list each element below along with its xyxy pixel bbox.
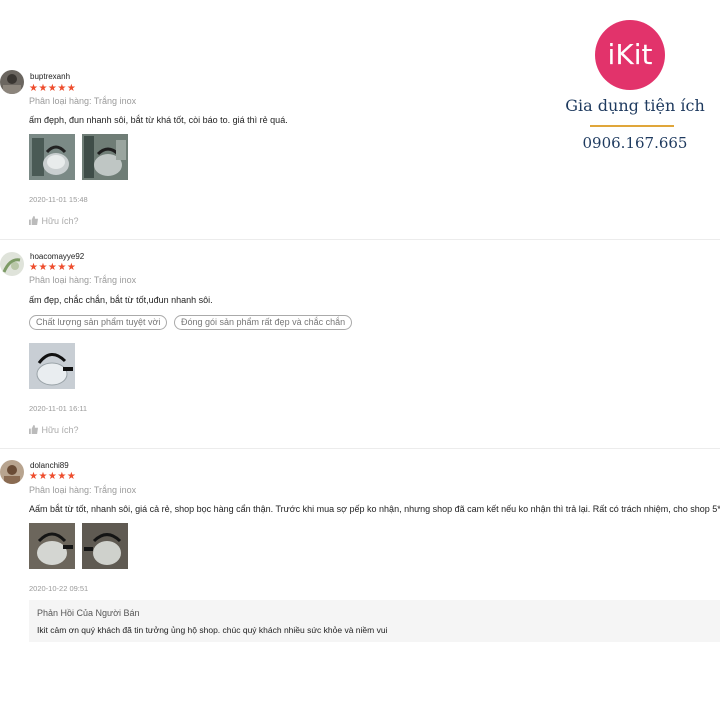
helpful-button[interactable]: Hữu ích? — [29, 425, 79, 436]
review-tag: Đóng gói sản phẩm rất đẹp và chắc chắn — [174, 315, 353, 330]
review-username[interactable]: hoacomayye92 — [30, 252, 84, 261]
helpful-button[interactable]: Hữu ích? — [29, 216, 79, 227]
seller-reply-title: Phản Hồi Của Người Bán — [37, 608, 140, 618]
review-variation: Phân loại hàng: Trắng inox — [29, 96, 137, 106]
rating-stars: ★★★★★ — [29, 262, 77, 273]
brand-logo: iKit Gia dụng tiện ích 0906.167.665 — [560, 18, 710, 158]
divider — [0, 448, 720, 449]
thumbs-up-icon — [29, 425, 39, 436]
brand-divider — [590, 125, 674, 127]
seller-reply: Phản Hồi Của Người Bán Ikit cảm ơn quý k… — [29, 600, 720, 642]
avatar[interactable] — [0, 70, 24, 94]
review-comment: ấm đẹph, đun nhanh sôi, bắt từ khá tốt, … — [29, 115, 288, 125]
avatar[interactable] — [0, 252, 24, 276]
thumbs-up-icon — [29, 216, 39, 227]
rating-stars: ★★★★★ — [29, 83, 77, 94]
review-photo[interactable] — [29, 523, 75, 569]
review-photo[interactable] — [82, 523, 128, 569]
review-timestamp: 2020-11-01 15:48 — [29, 195, 88, 204]
review-variation: Phân loại hàng: Trắng inox — [29, 275, 137, 285]
review-timestamp: 2020-10-22 09:51 — [29, 584, 89, 593]
avatar[interactable] — [0, 460, 24, 484]
review-photo[interactable] — [82, 134, 128, 180]
review-timestamp: 2020-11-01 16:11 — [29, 404, 88, 413]
brand-logo-text: iKit — [607, 38, 653, 71]
review-variation: Phân loại hàng: Trắng inox — [29, 485, 137, 495]
rating-stars: ★★★★★ — [29, 471, 77, 482]
divider — [0, 239, 720, 240]
review-photo[interactable] — [29, 343, 75, 389]
helpful-label: Hữu ích? — [41, 425, 79, 435]
brand-logo-circle: iKit — [595, 20, 665, 90]
review-tag: Chất lượng sản phẩm tuyệt vời — [29, 315, 168, 330]
helpful-label: Hữu ích? — [41, 216, 79, 226]
brand-phone: 0906.167.665 — [582, 134, 688, 152]
seller-reply-text: Ikit cảm ơn quý khách đã tin tưởng ủng h… — [37, 625, 388, 635]
review-username[interactable]: buptrexanh — [30, 72, 70, 81]
brand-tagline: Gia dụng tiện ích — [565, 96, 705, 115]
review-username[interactable]: dolanchi89 — [30, 461, 69, 470]
review-comment: ấm đẹp, chắc chắn, bắt từ tốt,uđun nhanh… — [29, 295, 213, 305]
review-comment: Aấm bắt từ tốt, nhanh sôi, giá cả rẻ, sh… — [29, 504, 720, 514]
review-photo[interactable] — [29, 134, 75, 180]
